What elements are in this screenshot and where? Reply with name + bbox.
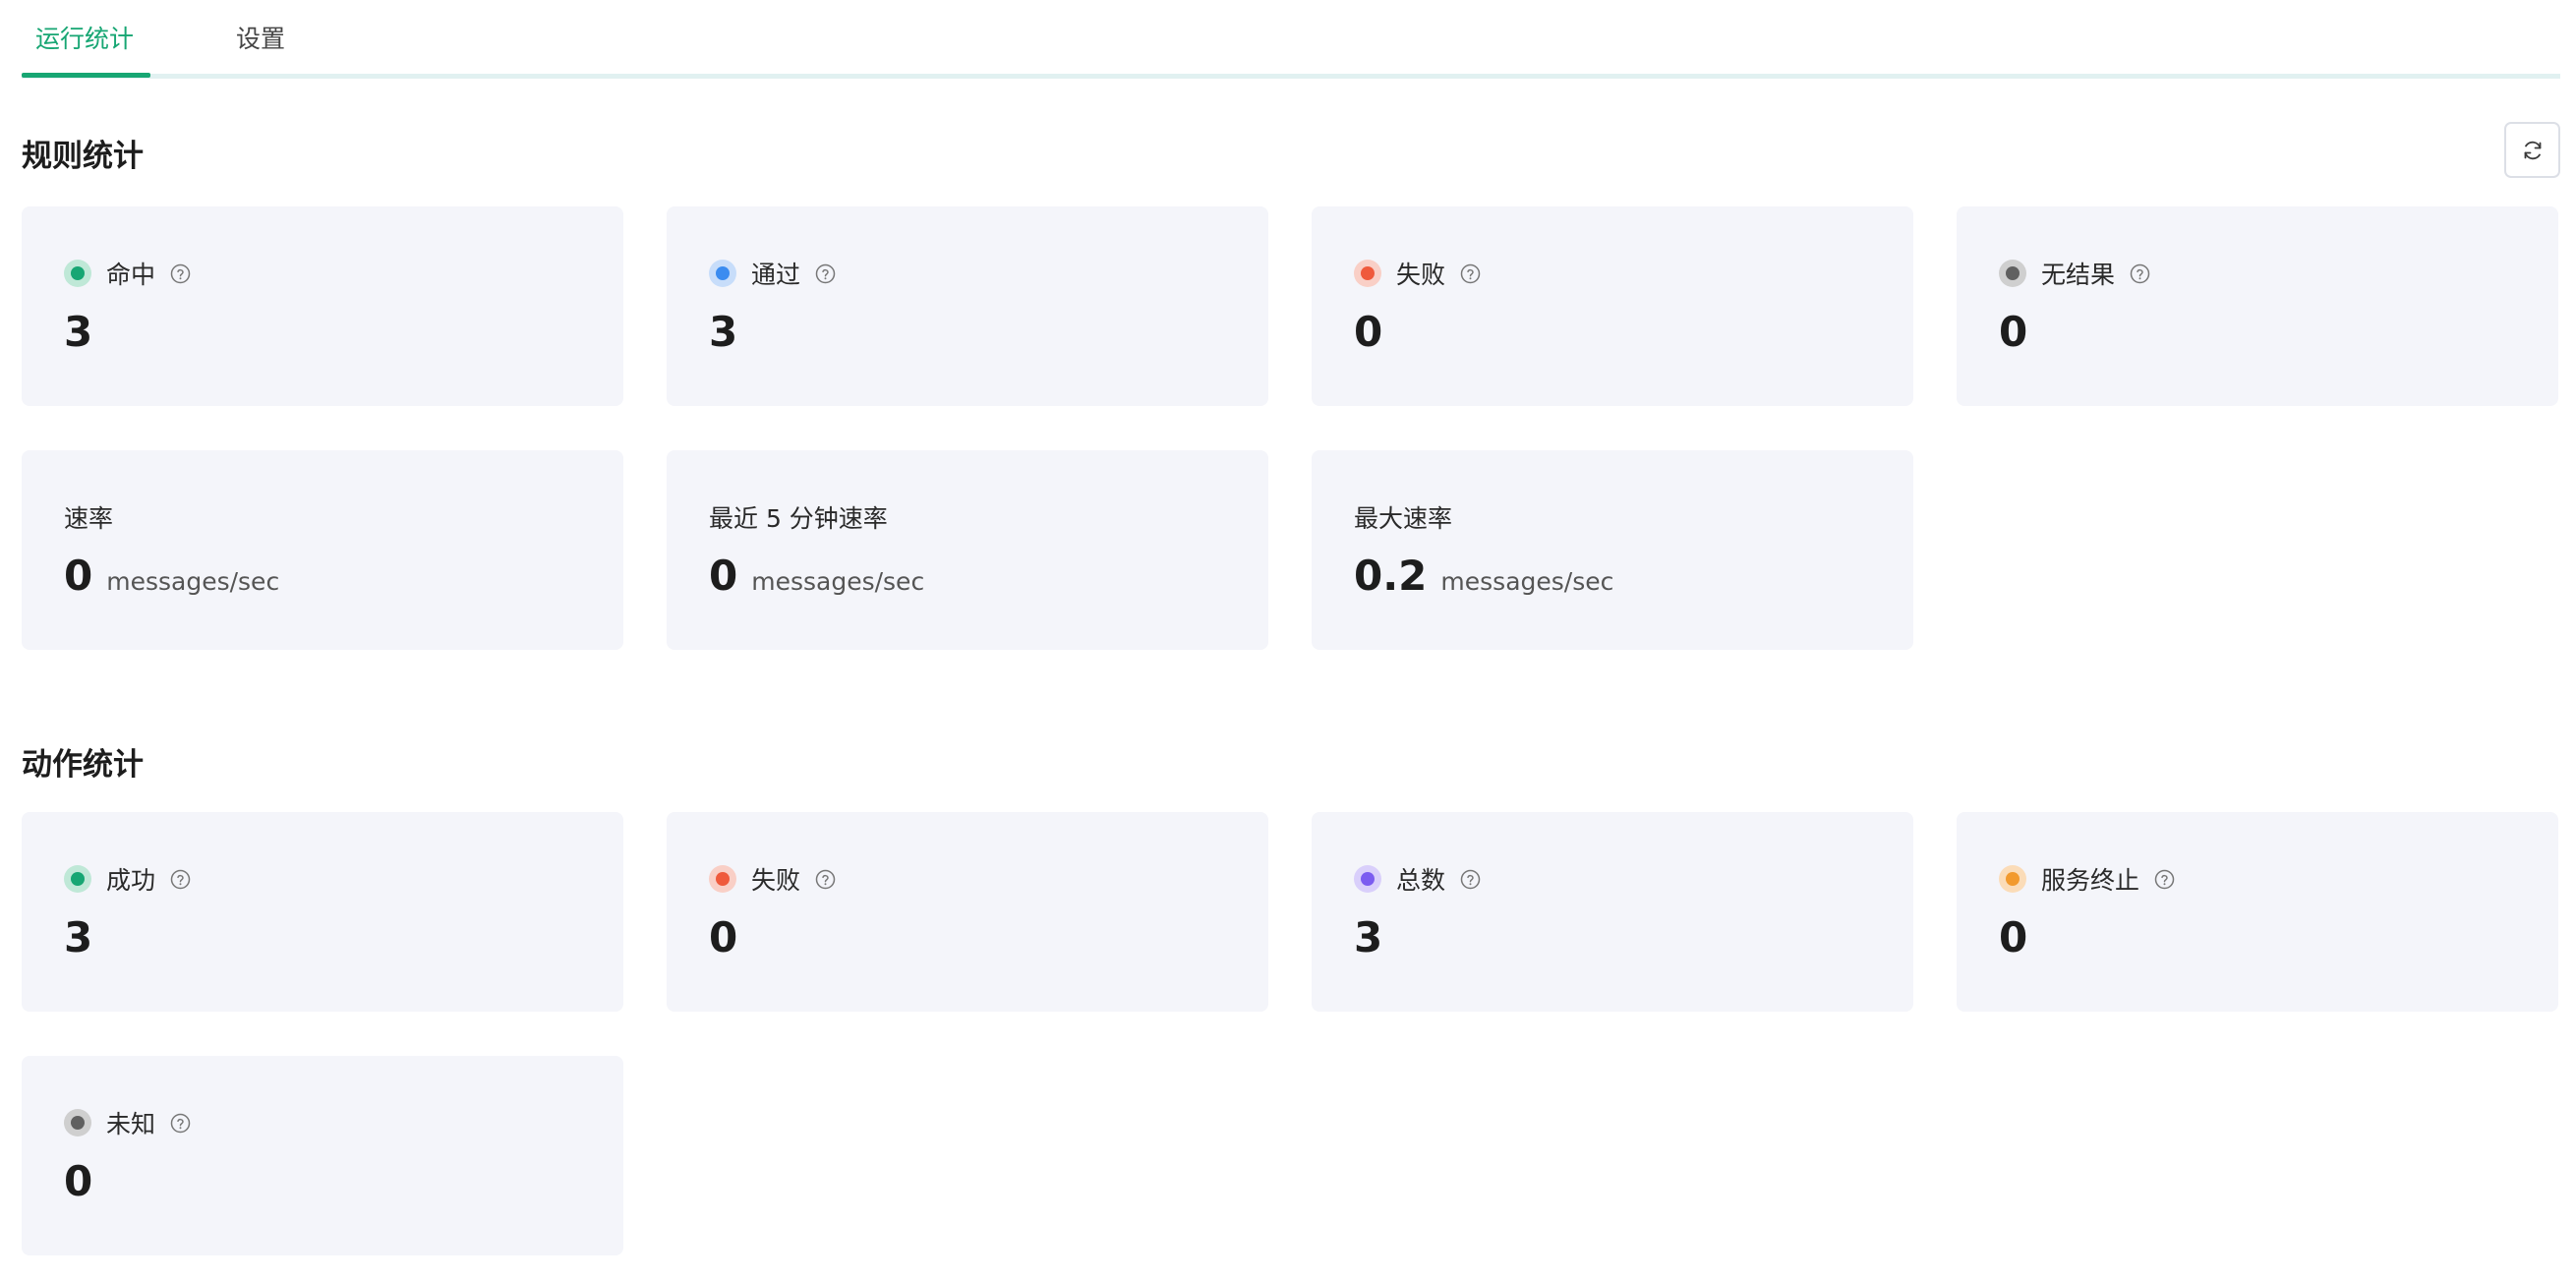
rule-stat-card-failed: 失败 0 <box>1312 206 1913 406</box>
stat-value: 3 <box>709 308 738 356</box>
stat-value: 0 <box>1999 913 2028 962</box>
rate-unit: messages/sec <box>1440 567 1614 596</box>
status-dot <box>1999 865 2026 893</box>
status-dot <box>709 260 736 287</box>
refresh-icon <box>2524 141 2541 159</box>
rate-value: 0 <box>64 552 93 600</box>
rule-stat-card-passed: 通过 3 <box>667 206 1268 406</box>
stat-label: 命中 <box>106 261 156 289</box>
status-dot <box>709 865 736 893</box>
stat-value: 0 <box>64 1157 93 1205</box>
question-circle-icon[interactable] <box>2130 263 2150 284</box>
action-stats-title: 动作统计 <box>22 747 144 783</box>
stat-label: 总数 <box>1396 866 1446 895</box>
question-circle-icon[interactable] <box>815 869 836 890</box>
stat-value: 0 <box>709 913 738 962</box>
rate-unit: messages/sec <box>106 567 280 596</box>
rule-stat-card-no-result: 无结果 0 <box>1957 206 2558 406</box>
question-circle-icon[interactable] <box>170 869 191 890</box>
stat-value: 3 <box>1354 913 1383 962</box>
rate-card-last-5min: 最近 5 分钟速率 0 messages/sec <box>667 450 1268 650</box>
status-dot <box>64 1109 91 1136</box>
rule-stats-title: 规则统计 <box>22 139 144 174</box>
refresh-button[interactable] <box>2504 122 2560 178</box>
question-circle-icon[interactable] <box>170 263 191 284</box>
stat-label: 无结果 <box>2041 261 2116 289</box>
status-dot <box>1999 260 2026 287</box>
stat-label: 服务终止 <box>2041 866 2140 895</box>
status-dot <box>64 260 91 287</box>
action-stat-card-total: 总数 3 <box>1312 812 1913 1012</box>
stat-label: 未知 <box>106 1110 156 1138</box>
stat-value: 3 <box>64 308 93 356</box>
rate-label: 最大速率 <box>1354 504 1453 533</box>
question-circle-icon[interactable] <box>170 1113 191 1134</box>
rate-value: 0.2 <box>1354 552 1428 600</box>
question-circle-icon[interactable] <box>1460 263 1481 284</box>
status-dot <box>1354 260 1381 287</box>
stat-label: 失败 <box>1396 261 1446 289</box>
rule-stat-card-hit: 命中 3 <box>22 206 623 406</box>
tab-settings[interactable]: 设置 <box>236 0 285 79</box>
rate-value: 0 <box>709 552 738 600</box>
rate-card-max: 最大速率 0.2 messages/sec <box>1312 450 1913 650</box>
action-stat-card-unknown: 未知 0 <box>22 1056 623 1255</box>
rate-unit: messages/sec <box>751 567 925 596</box>
question-circle-icon[interactable] <box>815 263 836 284</box>
stat-value: 0 <box>1999 308 2028 356</box>
status-dot <box>1354 865 1381 893</box>
active-tab-indicator <box>22 73 150 78</box>
stat-value: 3 <box>64 913 93 962</box>
question-circle-icon[interactable] <box>1460 869 1481 890</box>
rate-label: 最近 5 分钟速率 <box>709 504 888 533</box>
tab-bar: 运行统计 设置 <box>22 0 2560 79</box>
action-stat-card-failed: 失败 0 <box>667 812 1268 1012</box>
rate-card-current: 速率 0 messages/sec <box>22 450 623 650</box>
rate-label: 速率 <box>64 504 114 533</box>
stat-label: 失败 <box>751 866 801 895</box>
stat-value: 0 <box>1354 308 1383 356</box>
status-dot <box>64 865 91 893</box>
stat-label: 成功 <box>106 866 156 895</box>
action-stat-card-service-stopped: 服务终止 0 <box>1957 812 2558 1012</box>
question-circle-icon[interactable] <box>2154 869 2175 890</box>
action-stat-card-success: 成功 3 <box>22 812 623 1012</box>
stat-label: 通过 <box>751 261 801 289</box>
tab-run-stats[interactable]: 运行统计 <box>35 0 134 79</box>
